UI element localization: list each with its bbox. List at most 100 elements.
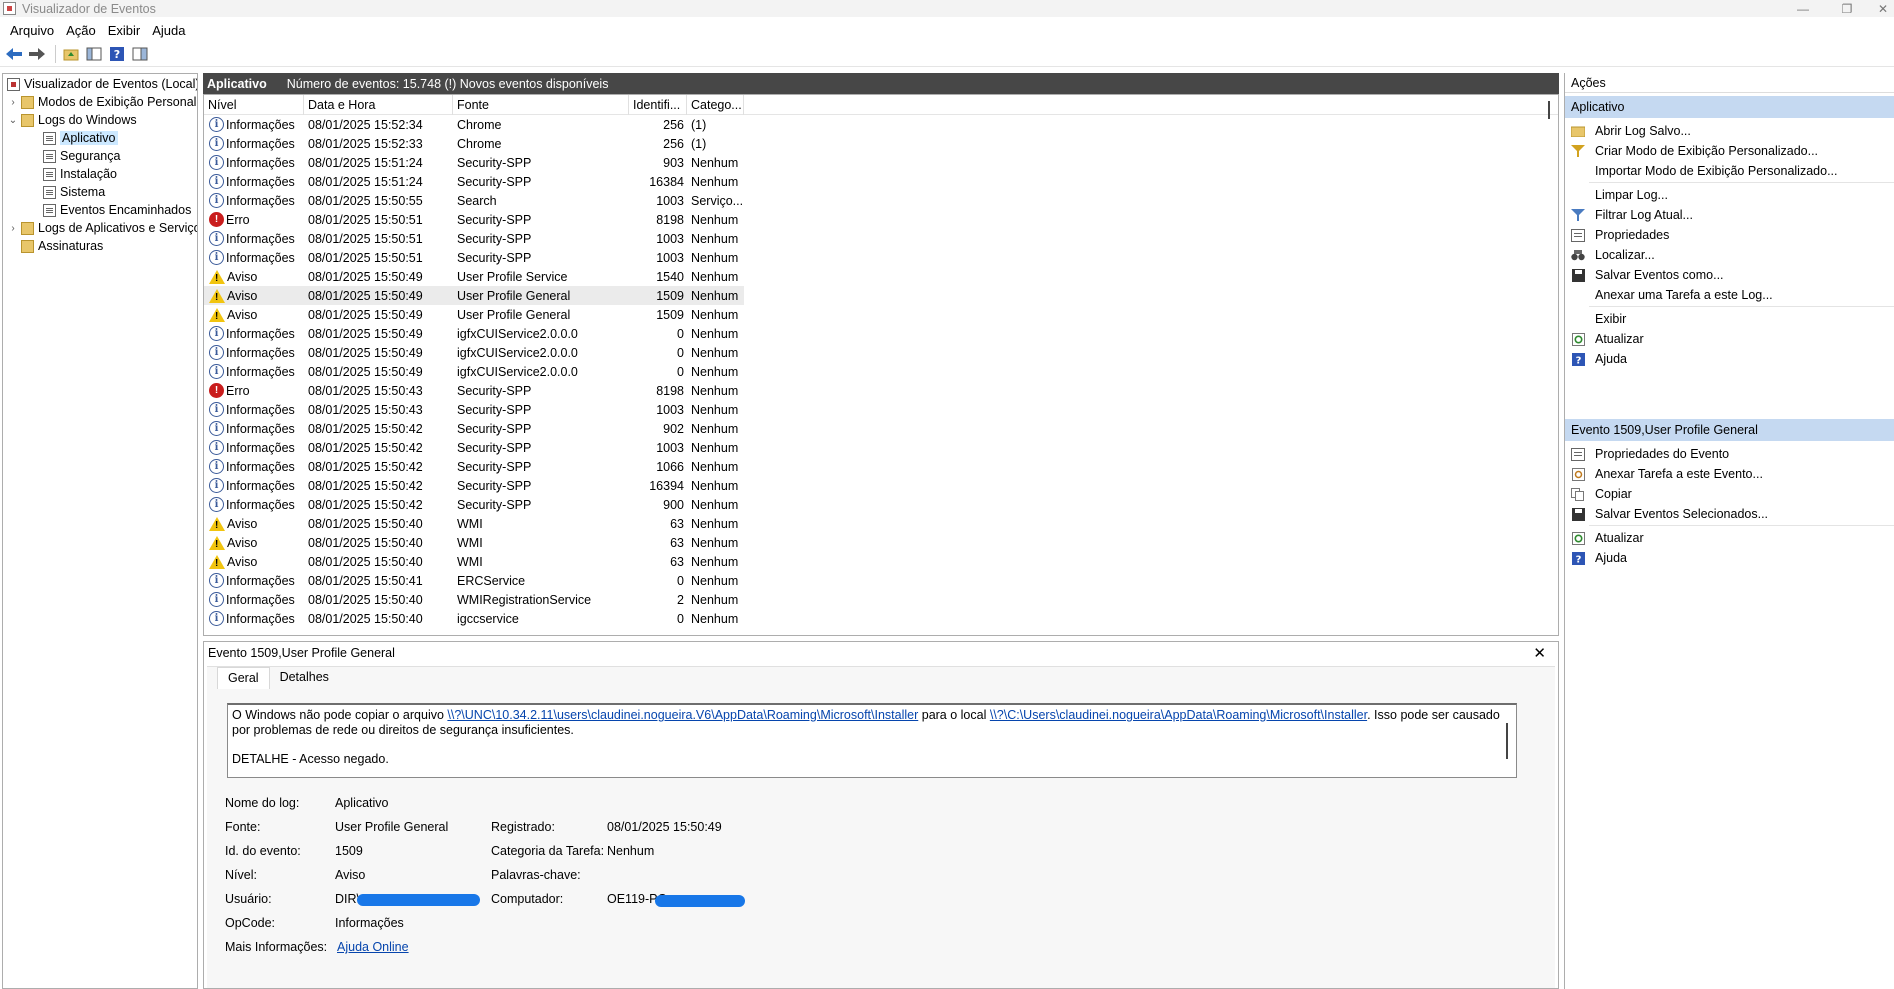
table-row[interactable]: i Informações 08/01/2025 15:50:42 Security-… <box>204 495 744 514</box>
table-row[interactable]: i Informações 08/01/2025 15:50:51 Security-… <box>204 229 744 248</box>
column-header-category[interactable]: Catego... <box>687 95 744 115</box>
tree-item-windows-logs[interactable]: ⌄ Logs do Windows <box>7 111 137 129</box>
table-row[interactable]: i Informações 08/01/2025 15:50:42 Security-… <box>204 438 744 457</box>
table-row[interactable]: i Informações 08/01/2025 15:51:24 Security-… <box>204 153 744 172</box>
tree-item-seguranca[interactable]: Segurança <box>41 147 120 165</box>
table-row[interactable]: i Informações 08/01/2025 15:50:42 Security-… <box>204 419 744 438</box>
tree-item-instalacao[interactable]: Instalação <box>41 165 117 183</box>
table-row[interactable]: i Informações 08/01/2025 15:51:24 Security-… <box>204 172 744 191</box>
table-row[interactable]: i Informações 08/01/2025 15:50:42 Security-… <box>204 457 744 476</box>
tab-geral[interactable]: Geral <box>217 667 270 689</box>
log-action-9[interactable]: Exibir <box>1565 309 1894 329</box>
event-action-3[interactable]: Salvar Eventos Selecionados... <box>1565 504 1894 524</box>
column-header-id[interactable]: Identifi... <box>629 95 687 115</box>
event-action-1[interactable]: Anexar Tarefa a este Evento... <box>1565 464 1894 484</box>
event-count: Número de eventos: 15.748 (!) Novos even… <box>286 76 609 91</box>
log-action-5[interactable]: Propriedades <box>1565 225 1894 245</box>
forward-arrow-icon[interactable] <box>27 44 47 64</box>
event-list[interactable]: Nível Data e Hora Fonte Identifi... Cate… <box>203 94 1559 636</box>
event-action-0[interactable]: Propriedades do Evento <box>1565 444 1894 464</box>
event-action-5[interactable]: ? Ajuda <box>1565 548 1894 568</box>
event-list-scrollbar[interactable] <box>1548 101 1550 119</box>
help-icon[interactable]: ? <box>107 44 127 64</box>
label-source: Fonte: <box>225 820 261 834</box>
table-row[interactable]: ! Erro 08/01/2025 15:50:43 Security-SPP 8198… <box>204 381 744 400</box>
actions-section-aplicativo[interactable]: Aplicativo <box>1565 96 1894 118</box>
blank-icon <box>1571 312 1585 326</box>
log-action-3[interactable]: Limpar Log... <box>1565 185 1894 205</box>
unc-path-link[interactable]: \\?\UNC\10.34.2.11\users\claudinei.nogue… <box>447 708 918 722</box>
table-row[interactable]: ! Aviso 08/01/2025 15:50:49 User Profile Se… <box>204 267 744 286</box>
local-path-link[interactable]: \\?\C:\Users\claudinei.nogueira\AppData\… <box>990 708 1367 722</box>
close-window-button[interactable]: ✕ <box>1868 0 1894 17</box>
tree-item-sistema[interactable]: Sistema <box>41 183 105 201</box>
table-row[interactable]: i Informações 08/01/2025 15:50:55 Search 100… <box>204 191 744 210</box>
cell-id: 1003 <box>656 250 684 265</box>
log-header-bar: Aplicativo Número de eventos: 15.748 (!)… <box>203 73 1559 94</box>
table-row[interactable]: i Informações 08/01/2025 15:52:33 Chrome 256… <box>204 134 744 153</box>
table-row[interactable]: i Informações 08/01/2025 15:50:49 igfxCUISe… <box>204 343 744 362</box>
log-action-6[interactable]: Localizar... <box>1565 245 1894 265</box>
column-header-source[interactable]: Fonte <box>453 95 629 115</box>
table-row[interactable]: i Informações 08/01/2025 15:52:34 Chrome 256… <box>204 115 744 134</box>
action-pane-icon[interactable] <box>130 44 150 64</box>
table-row[interactable]: i Informações 08/01/2025 15:50:40 igccservi… <box>204 609 744 628</box>
table-row[interactable]: ! Aviso 08/01/2025 15:50:40 WMI 63 Nenhum <box>204 533 744 552</box>
table-row[interactable]: i Informações 08/01/2025 15:50:49 igfxCUISe… <box>204 324 744 343</box>
close-detail-button[interactable]: ✕ <box>1533 644 1546 662</box>
folder-icon <box>21 221 34 235</box>
tree-item-custom-views[interactable]: › Modos de Exibição Personalizados <box>7 93 197 111</box>
log-action-10[interactable]: Atualizar <box>1565 329 1894 349</box>
table-row[interactable]: ! Aviso 08/01/2025 15:50:49 User Profile Ge… <box>204 305 744 324</box>
refresh-icon <box>1571 332 1585 346</box>
online-help-link[interactable]: Ajuda Online <box>337 940 409 954</box>
message-scrollbar[interactable] <box>1506 723 1508 759</box>
menu-exibir[interactable]: Exibir <box>102 23 147 38</box>
table-row[interactable]: i Informações 08/01/2025 15:50:49 igfxCUISe… <box>204 362 744 381</box>
tree-item-assinaturas[interactable]: Assinaturas <box>19 237 103 255</box>
tree-item-root[interactable]: Visualizador de Eventos (Local) <box>5 75 197 93</box>
table-row[interactable]: ! Aviso 08/01/2025 15:50:49 User Profile Ge… <box>204 286 744 305</box>
column-header-level[interactable]: Nível <box>204 95 304 115</box>
info-icon: i <box>209 440 224 455</box>
chevron-right-icon[interactable]: › <box>7 97 19 108</box>
log-action-1[interactable]: Criar Modo de Exibição Personalizado... <box>1565 141 1894 161</box>
column-header-date[interactable]: Data e Hora <box>304 95 453 115</box>
menu-arquivo[interactable]: Arquivo <box>4 23 60 38</box>
log-action-7[interactable]: Salvar Eventos como... <box>1565 265 1894 285</box>
minimize-button[interactable]: — <box>1788 0 1818 17</box>
info-icon: i <box>209 193 224 208</box>
table-row[interactable]: i Informações 08/01/2025 15:50:43 Security-… <box>204 400 744 419</box>
table-row[interactable]: i Informações 08/01/2025 15:50:40 WMIRegist… <box>204 590 744 609</box>
table-row[interactable]: ! Aviso 08/01/2025 15:50:40 WMI 63 Nenhum <box>204 514 744 533</box>
tree-item-aplicativo[interactable]: Aplicativo <box>41 129 118 147</box>
log-action-11[interactable]: ? Ajuda <box>1565 349 1894 369</box>
value-logged: 08/01/2025 15:50:49 <box>607 820 722 834</box>
table-row[interactable]: i Informações 08/01/2025 15:50:42 Security-… <box>204 476 744 495</box>
tree-item-eventos-encaminhados[interactable]: Eventos Encaminhados <box>41 201 191 219</box>
event-action-4[interactable]: Atualizar <box>1565 528 1894 548</box>
log-action-4[interactable]: Filtrar Log Atual... <box>1565 205 1894 225</box>
console-tree-icon[interactable] <box>84 44 104 64</box>
back-arrow-icon[interactable] <box>4 44 24 64</box>
tree-item-apps-services-logs[interactable]: › Logs de Aplicativos e Serviços <box>7 219 197 237</box>
log-action-8[interactable]: Anexar uma Tarefa a este Log... <box>1565 285 1894 305</box>
table-row[interactable]: ! Erro 08/01/2025 15:50:51 Security-SPP 8198… <box>204 210 744 229</box>
chevron-right-icon[interactable]: › <box>7 223 19 234</box>
folder-up-icon[interactable] <box>61 44 81 64</box>
tab-detalhes[interactable]: Detalhes <box>270 667 339 689</box>
maximize-button[interactable]: ❐ <box>1832 0 1862 17</box>
table-row[interactable]: i Informações 08/01/2025 15:50:51 Security-… <box>204 248 744 267</box>
menu-acao[interactable]: Ação <box>60 23 102 38</box>
cell-id: 1003 <box>656 193 684 208</box>
event-action-2[interactable]: Copiar <box>1565 484 1894 504</box>
chevron-down-icon[interactable]: ⌄ <box>7 115 19 126</box>
log-action-0[interactable]: Abrir Log Salvo... <box>1565 121 1894 141</box>
log-action-2[interactable]: Importar Modo de Exibição Personalizado.… <box>1565 161 1894 181</box>
actions-section-event[interactable]: Evento 1509,User Profile General <box>1565 419 1894 441</box>
cell-source: igfxCUIService2.0.0.0 <box>457 326 578 341</box>
menu-ajuda[interactable]: Ajuda <box>146 23 191 38</box>
cell-date: 08/01/2025 15:50:40 <box>308 516 423 531</box>
table-row[interactable]: ! Aviso 08/01/2025 15:50:40 WMI 63 Nenhum <box>204 552 744 571</box>
table-row[interactable]: i Informações 08/01/2025 15:50:41 ERCServic… <box>204 571 744 590</box>
